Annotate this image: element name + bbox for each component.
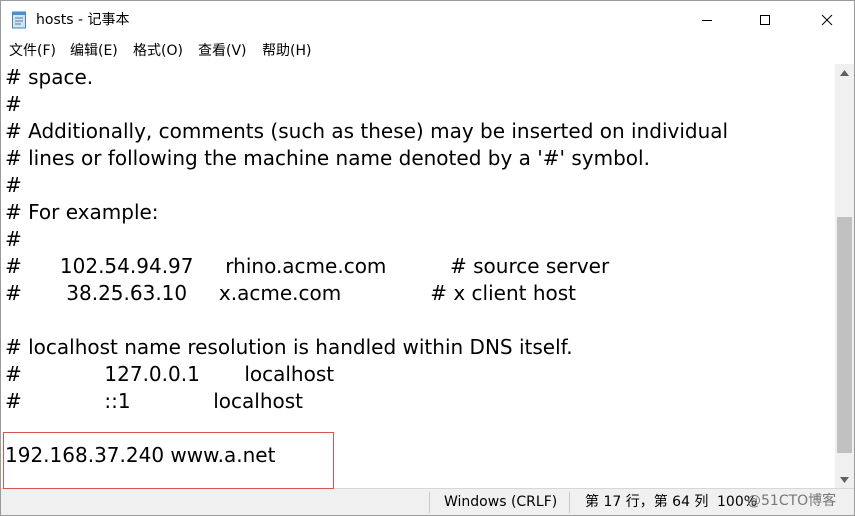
cursor-position-status: 第 17 行，第 64 列 xyxy=(585,494,709,510)
menu-bar: 文件(F) 编辑(E) 格式(O) 查看(V) 帮助(H) xyxy=(1,39,854,65)
text-line: # ::1 localhost xyxy=(5,389,304,413)
menu-file[interactable]: 文件(F) xyxy=(9,42,56,60)
hosts-entry-line: 192.168.37.240 www.a.net xyxy=(5,443,276,467)
text-editor[interactable]: # space. # # Additionally, comments (suc… xyxy=(1,64,835,488)
text-line: # xyxy=(5,227,22,251)
notepad-window: hosts - 记事本 文件(F) 编辑(E) 格式(O) 查看(V) 帮助(H… xyxy=(0,0,855,516)
title-bar[interactable]: hosts - 记事本 xyxy=(1,1,854,39)
text-line: # xyxy=(5,92,22,116)
window-title: hosts - 记事本 xyxy=(36,12,130,28)
text-line: # Additionally, comments (such as these)… xyxy=(5,119,729,143)
status-divider xyxy=(429,492,430,513)
text-line: # 127.0.0.1 localhost xyxy=(5,362,335,386)
menu-edit[interactable]: 编辑(E) xyxy=(70,42,118,60)
text-line: # 102.54.94.97 rhino.acme.com # source s… xyxy=(5,254,610,278)
text-line: # space. xyxy=(5,65,94,89)
menu-view[interactable]: 查看(V) xyxy=(198,42,247,60)
scroll-down-button[interactable] xyxy=(835,471,854,488)
watermark: @51CTO博客 xyxy=(747,493,837,509)
status-bar: Windows (CRLF) 第 17 行，第 64 列 100% xyxy=(1,488,854,515)
scroll-down-icon xyxy=(840,476,849,483)
text-line: # 38.25.63.10 x.acme.com # x client host xyxy=(5,281,576,305)
minimize-button[interactable] xyxy=(684,1,730,39)
minimize-icon xyxy=(702,20,712,21)
maximize-button[interactable] xyxy=(742,1,788,39)
close-icon xyxy=(821,14,833,26)
close-button[interactable] xyxy=(804,1,850,39)
scroll-thumb[interactable] xyxy=(837,217,852,453)
menu-format[interactable]: 格式(O) xyxy=(133,42,183,60)
status-divider xyxy=(569,492,570,513)
text-line: # localhost name resolution is handled w… xyxy=(5,335,573,359)
notepad-icon xyxy=(12,11,26,29)
text-line: # lines or following the machine name de… xyxy=(5,146,650,170)
line-ending-status: Windows (CRLF) xyxy=(444,494,558,510)
vertical-scrollbar[interactable] xyxy=(835,64,854,488)
scroll-up-icon xyxy=(840,69,849,76)
maximize-icon xyxy=(760,15,770,25)
menu-help[interactable]: 帮助(H) xyxy=(262,42,311,60)
text-line: # For example: xyxy=(5,200,159,224)
text-line: # xyxy=(5,173,22,197)
scroll-up-button[interactable] xyxy=(835,64,854,81)
